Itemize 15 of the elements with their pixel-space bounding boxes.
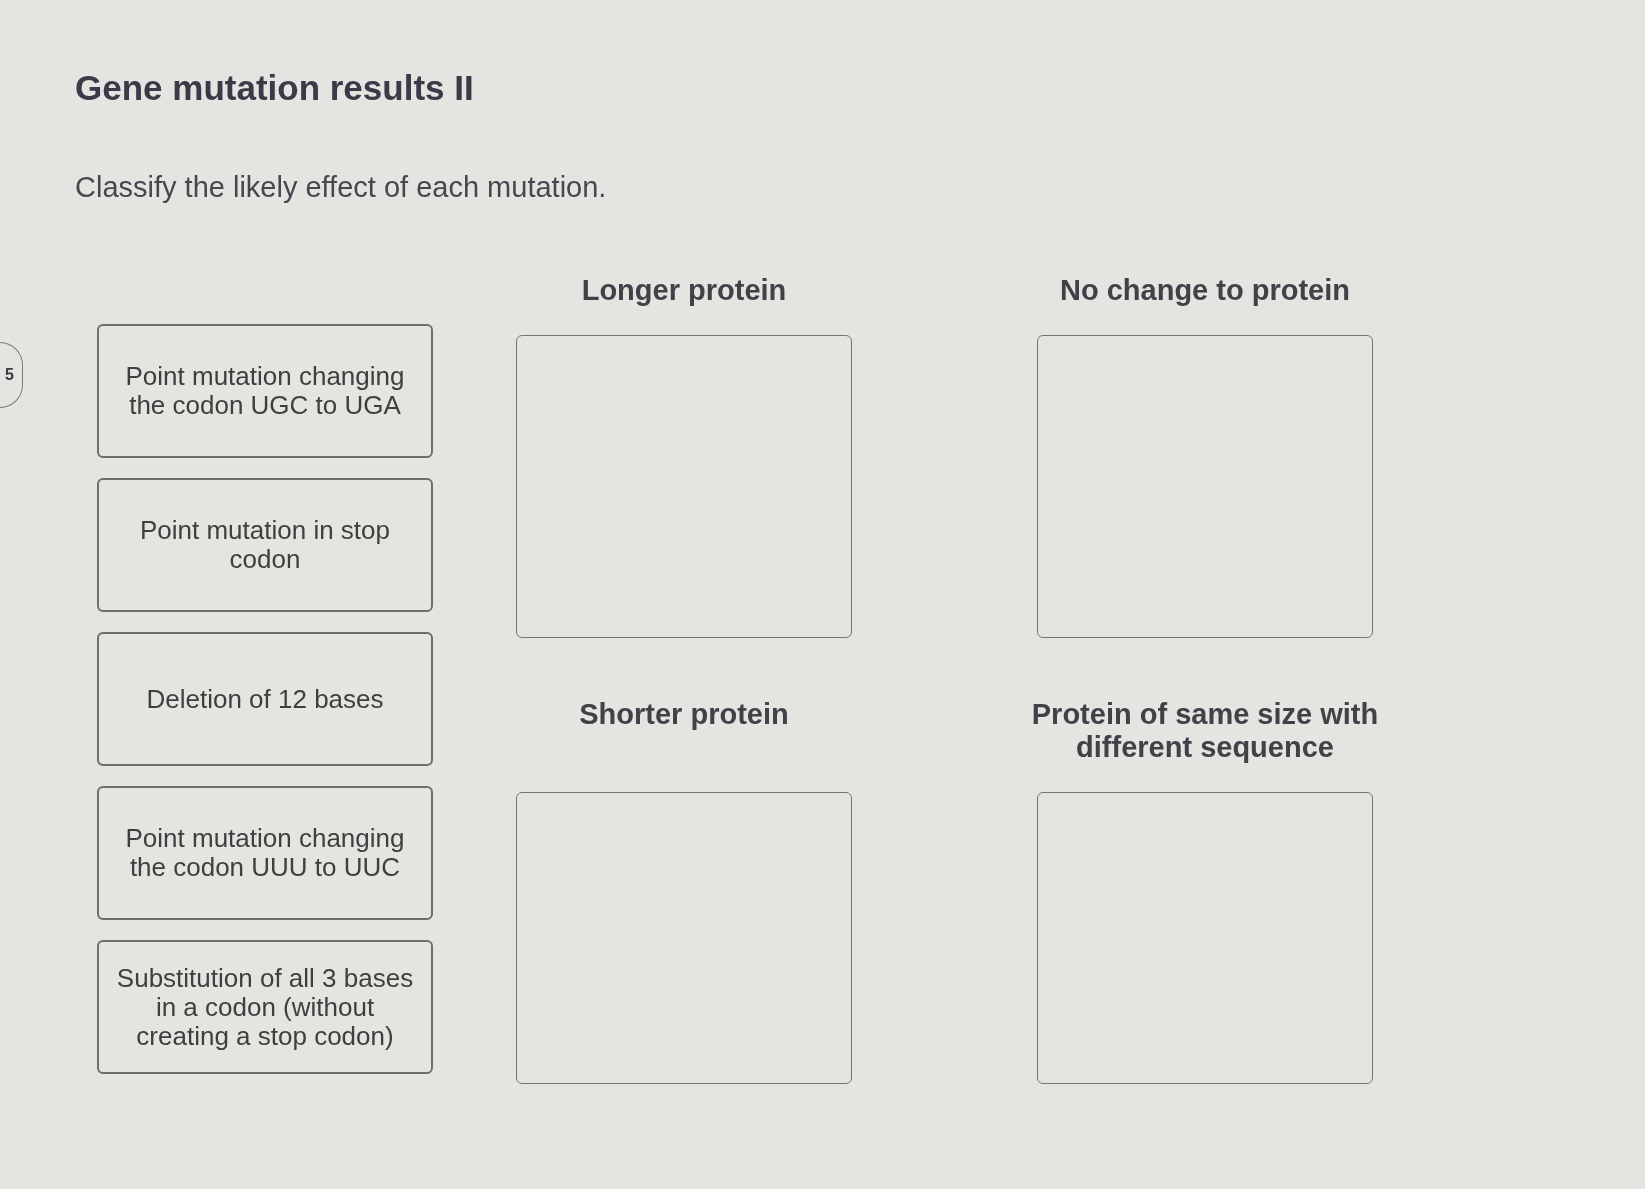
drop-zone[interactable] [516,792,852,1084]
category-heading: Protein of same size with different sequence [1030,698,1380,764]
draggable-card[interactable]: Substitution of all 3 bases in a codon (without creating a stop codon) [97,940,433,1074]
category-heading: Shorter protein [578,698,790,731]
drop-zone[interactable] [1037,792,1373,1084]
drop-zone[interactable] [1037,335,1373,638]
drop-zone[interactable] [516,335,852,638]
page-title: Gene mutation results II [75,67,475,109]
instructions-text: Classify the likely effect of each mutation. [75,170,608,205]
category-heading: No change to protein [1059,274,1351,307]
draggable-card[interactable]: Point mutation in stop codon [97,478,433,612]
draggable-card[interactable]: Deletion of 12 bases [97,632,433,766]
draggable-card[interactable]: Point mutation changing the codon UGC to UGA [97,324,433,458]
draggable-card[interactable]: Point mutation changing the codon UUU to UUC [97,786,433,920]
category-heading: Longer protein [580,274,788,307]
